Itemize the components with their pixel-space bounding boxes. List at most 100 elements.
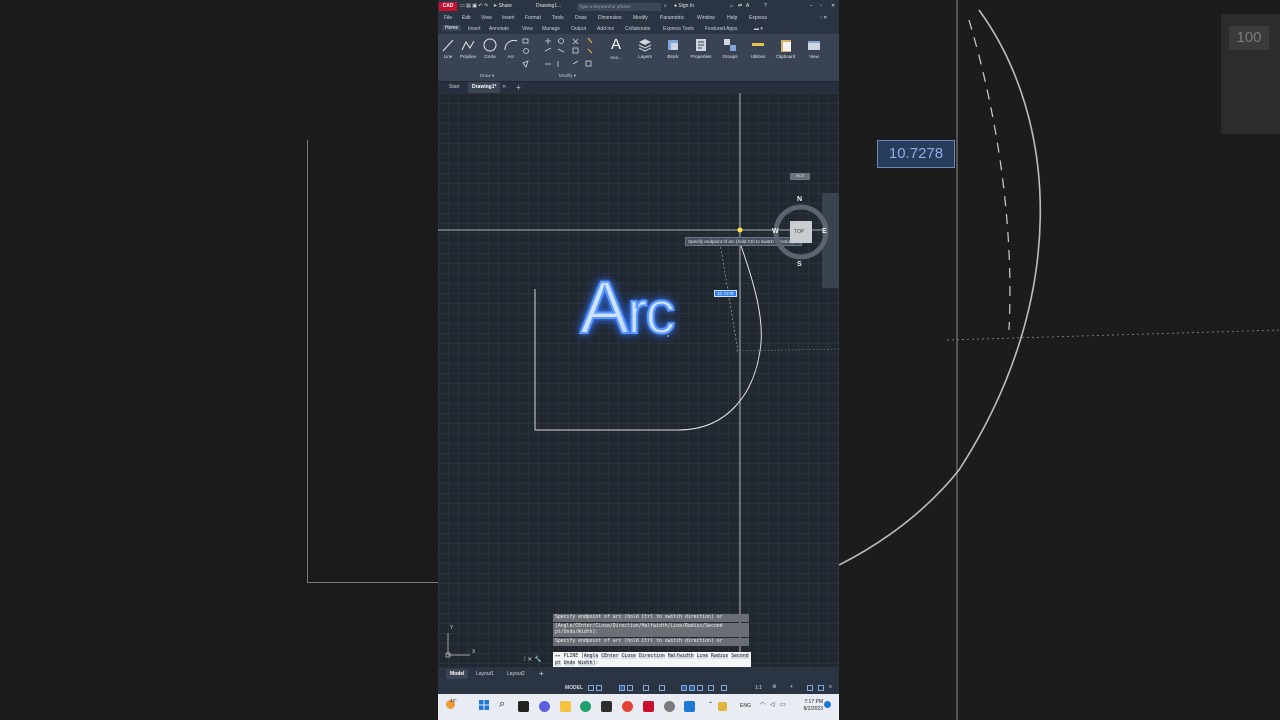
snap-icon[interactable] (596, 685, 602, 691)
chrome-icon[interactable] (622, 701, 633, 712)
option-halfwidth[interactable]: Halfwidth (667, 654, 694, 659)
wcs-menu[interactable]: WCS (790, 173, 810, 180)
option-angle[interactable]: Angle (583, 654, 599, 659)
exchange-icon[interactable]: ⇄ (738, 3, 742, 9)
add-layout-icon[interactable]: + (539, 669, 544, 678)
settings-icon[interactable] (664, 701, 675, 712)
dimension-input[interactable]: 10.7278 (714, 290, 737, 297)
transparency-icon[interactable] (697, 685, 703, 691)
tab-home[interactable]: Home (442, 25, 462, 31)
share-button[interactable]: ➤ Share (493, 3, 512, 9)
compass-e[interactable]: E (822, 228, 827, 235)
properties-button[interactable]: Properties (688, 38, 714, 59)
tab-layout2[interactable]: Layout2 (507, 671, 525, 677)
selection-cycling-icon[interactable] (708, 685, 714, 691)
tab-add-ins[interactable]: Add-ins (597, 26, 614, 32)
chat-icon[interactable] (539, 701, 550, 712)
menu-insert[interactable]: Insert (502, 15, 515, 21)
dynamic-input-icon[interactable] (681, 685, 687, 691)
option-center[interactable]: CEnter (601, 654, 619, 659)
menu-draw[interactable]: Draw (575, 15, 587, 21)
menu-dimension[interactable]: Dimension (598, 15, 622, 21)
workspace-gear-icon[interactable]: ⚙ (772, 684, 776, 690)
tab-express-tools[interactable]: Express Tools (663, 26, 694, 32)
view-button[interactable]: View (805, 38, 823, 59)
tab-collaborate[interactable]: Collaborate (625, 26, 651, 32)
clock-time[interactable]: 7:17 PM (797, 699, 823, 705)
arc-button[interactable]: Arc (503, 38, 519, 59)
viewcube-top-face[interactable]: TOP (794, 229, 804, 235)
maximize-icon[interactable]: ▫ (820, 3, 822, 9)
compass-n[interactable]: N (797, 196, 802, 203)
ribbon-toggle-icon[interactable]: ▬ ▾ (754, 26, 763, 32)
task-view-icon[interactable] (518, 701, 529, 712)
quick-access-icons[interactable]: ▭ ▤ ▣ ↶ ↷ (460, 3, 488, 9)
drawing-canvas[interactable]: Y X Arc Specify endpoint of arc (hold Ct… (438, 93, 839, 667)
lineweight-icon[interactable] (689, 685, 695, 691)
option-direction[interactable]: Direction (638, 654, 665, 659)
menu-modify[interactable]: Modify (633, 15, 648, 21)
tab-layout1[interactable]: Layout1 (476, 671, 494, 677)
tab-output[interactable]: Output (571, 26, 586, 32)
tray-app-icon[interactable] (718, 702, 727, 711)
edge-icon[interactable] (580, 701, 591, 712)
close-icon[interactable]: ✕ (831, 3, 835, 9)
drawing1-tab[interactable]: Drawing1* (468, 82, 501, 93)
search-input[interactable]: Type a keyword or phrase (577, 3, 661, 11)
compass-w[interactable]: W (772, 228, 779, 235)
menu-window[interactable]: Window (697, 15, 715, 21)
isolate-icon[interactable] (807, 685, 813, 691)
close-tab-icon[interactable]: ✕ (502, 82, 506, 93)
wifi-icon[interactable]: ◠ (760, 701, 765, 708)
menu-tools[interactable]: Tools (552, 15, 564, 21)
tab-manage[interactable]: Manage (542, 26, 560, 32)
compass-s[interactable]: S (797, 261, 802, 268)
option-line[interactable]: Line (696, 654, 709, 659)
command-line-tools-icon[interactable]: ⁞ ✕ 🔧 (524, 656, 542, 663)
autocad-taskbar-icon[interactable] (643, 701, 654, 712)
viewcube[interactable]: N S E W TOP (772, 193, 830, 273)
menu-format[interactable]: Format (525, 15, 541, 21)
menu-help[interactable]: Help (727, 15, 737, 21)
option-radius[interactable]: Radius (711, 654, 729, 659)
menu-edit[interactable]: Edit (462, 15, 471, 21)
start-menu-icon[interactable] (479, 700, 489, 710)
file-explorer-icon[interactable] (560, 701, 571, 712)
annotation-button[interactable]: A Ann... (608, 36, 624, 60)
menu-express[interactable]: Express (749, 15, 767, 21)
language-indicator[interactable]: ENG (740, 703, 751, 709)
tab-model[interactable]: Model (446, 669, 469, 679)
fullscreen-icon[interactable] (818, 685, 824, 691)
tray-chevron-icon[interactable]: ⌃ (708, 701, 713, 708)
small-tools-grid[interactable] (522, 37, 602, 71)
menu-file[interactable]: File (444, 15, 452, 21)
ortho-icon[interactable] (619, 685, 625, 691)
menu-view[interactable]: View (481, 15, 492, 21)
menu-parametric[interactable]: Parametric (660, 15, 684, 21)
help-icon[interactable]: ? (764, 3, 767, 9)
block-button[interactable]: Block (664, 38, 682, 59)
battery-icon[interactable]: ▭ (780, 701, 786, 708)
autodesk-a-icon[interactable]: A (746, 3, 749, 9)
volume-icon[interactable]: ◁ (770, 701, 775, 708)
model-space-button[interactable]: MODEL (565, 685, 583, 691)
minimize-icon[interactable]: – (810, 3, 813, 9)
paint-icon[interactable] (684, 701, 695, 712)
customize-menu-icon[interactable]: ≡ (829, 684, 832, 690)
search-icon[interactable]: ⌕ (664, 3, 667, 9)
line-button[interactable]: Line (441, 38, 455, 59)
tab-featured-apps[interactable]: Featured Apps (705, 26, 738, 32)
modify-panel-label[interactable]: Modify ▾ (559, 73, 576, 79)
groups-button[interactable]: Groups (720, 38, 740, 59)
tab-annotate[interactable]: Annotate (489, 26, 509, 32)
tab-view[interactable]: View (522, 26, 533, 32)
new-tab-icon[interactable]: + (516, 82, 521, 93)
draw-panel-label[interactable]: Draw ▾ (480, 73, 494, 79)
clipboard-button[interactable]: Clipboard (772, 38, 799, 59)
start-tab[interactable]: Start (449, 82, 460, 93)
cart-icon[interactable]: ⌂ (730, 3, 733, 9)
notification-icon[interactable] (824, 701, 831, 708)
polar-icon[interactable] (627, 685, 633, 691)
sign-in-button[interactable]: ● Sign In (674, 3, 694, 9)
option-undo[interactable]: Undo (563, 661, 576, 666)
